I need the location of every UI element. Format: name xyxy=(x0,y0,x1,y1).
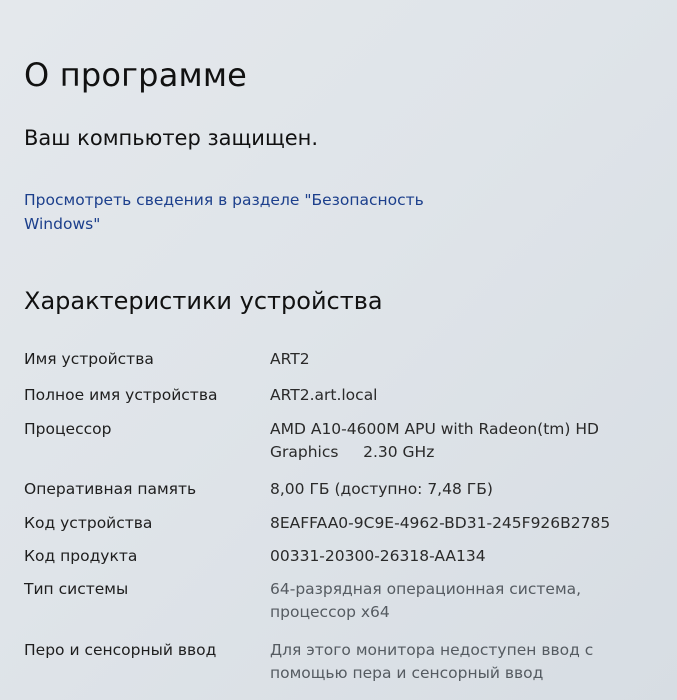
spec-value: ART2 xyxy=(270,350,310,368)
spec-label: Имя устройства xyxy=(24,350,154,368)
spec-label: Код устройства xyxy=(24,514,153,532)
spec-label: Перо и сенсорный ввод xyxy=(24,641,217,659)
windows-security-link[interactable]: Просмотреть сведения в разделе "Безопасн… xyxy=(24,188,484,236)
spec-label: Тип системы xyxy=(24,580,129,598)
protection-status: Ваш компьютер защищен. xyxy=(24,126,319,150)
page-title: О программе xyxy=(24,56,248,94)
about-page: О программе Ваш компьютер защищен. Просм… xyxy=(24,0,664,700)
spec-label: Код продукта xyxy=(24,547,138,565)
spec-label: Полное имя устройства xyxy=(24,386,218,404)
spec-value: 8EAFFAA0-9C9E-4962-BD31-245F926B2785 xyxy=(270,514,611,532)
spec-value: AMD A10-4600M APU with Radeon(tm) HD Gra… xyxy=(270,420,604,461)
spec-value: 8,00 ГБ (доступно: 7,48 ГБ) xyxy=(270,480,493,498)
spec-value: ART2.art.local xyxy=(270,386,378,404)
spec-value: Для этого монитора недоступен ввод с пом… xyxy=(270,641,594,682)
spec-value: 64-разрядная операционная система, проце… xyxy=(270,580,582,621)
spec-value: 00331-20300-26318-AA134 xyxy=(270,547,486,565)
spec-label: Оперативная память xyxy=(24,480,197,498)
device-specs-heading: Характеристики устройства xyxy=(24,287,383,315)
spec-label: Процессор xyxy=(24,420,112,438)
